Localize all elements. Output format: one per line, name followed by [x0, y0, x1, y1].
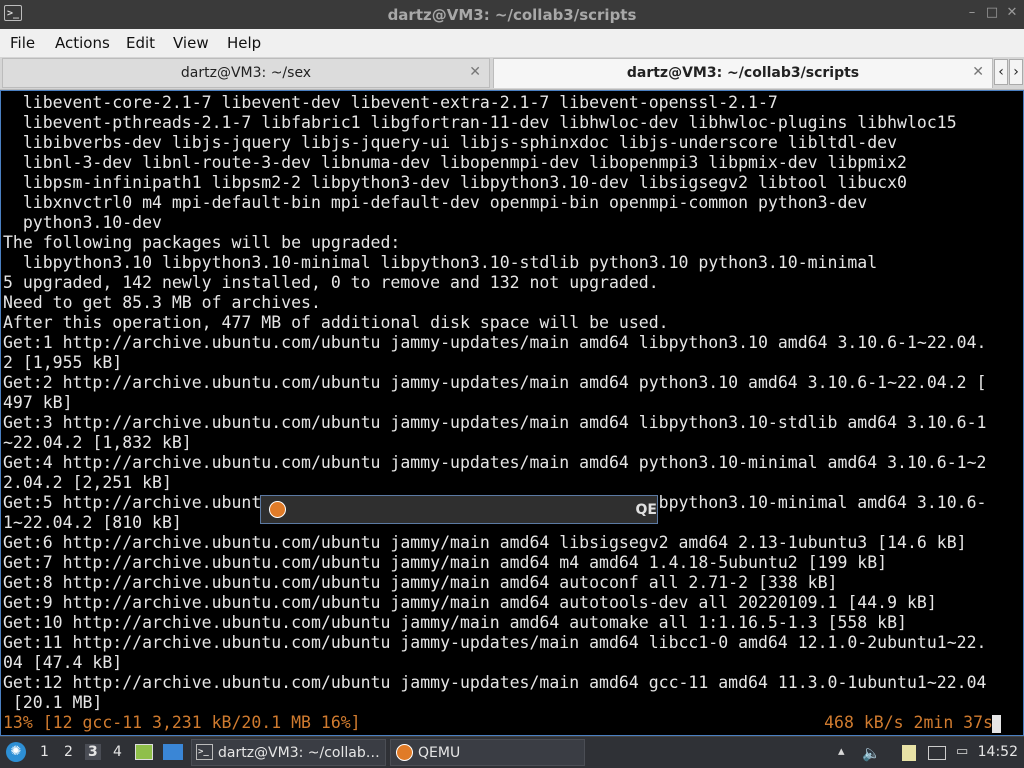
window-title: dartz@VM3: ~/collab3/scripts	[387, 6, 637, 24]
terminal-line: libibverbs-dev libjs-jquery libjs-jquery…	[3, 133, 898, 152]
terminal-line: libxnvctrl0 m4 mpi-default-bin mpi-defau…	[3, 193, 868, 212]
menu-help[interactable]: Help	[227, 34, 261, 52]
menu-actions[interactable]: Actions	[55, 34, 110, 52]
terminal-line: Get:11 http://archive.ubuntu.com/ubuntu …	[3, 633, 987, 652]
close-tab-icon[interactable]: ✕	[469, 64, 481, 80]
start-menu-icon[interactable]: ✺	[6, 742, 26, 762]
terminal-line: Get:7 http://archive.ubuntu.com/ubuntu j…	[3, 553, 888, 572]
menu-edit[interactable]: Edit	[126, 34, 155, 52]
qemu-popup-label: QE	[635, 502, 657, 518]
menu-file[interactable]: File	[10, 34, 35, 52]
terminal-line: 497 kB]	[3, 393, 73, 412]
workspace-3[interactable]: 3	[85, 744, 101, 760]
terminal-cursor	[992, 715, 1001, 734]
taskbar: ✺ 1 2 3 4 >_ dartz@VM3: ~/collab… QEMU ▴…	[0, 736, 1024, 768]
task-label: dartz@VM3: ~/collab…	[218, 745, 380, 761]
file-manager-icon[interactable]	[135, 744, 153, 760]
menubar: File Actions Edit View Help	[0, 29, 1024, 58]
tab-next-button[interactable]: ›	[1009, 59, 1023, 85]
qemu-task-icon	[396, 744, 413, 761]
tab-bar: dartz@VM3: ~/sex ✕ dartz@VM3: ~/collab3/…	[0, 57, 1024, 90]
terminal-line: Need to get 85.3 MB of archives.	[3, 293, 321, 312]
task-qemu[interactable]: QEMU	[390, 739, 585, 766]
minimize-button[interactable]: –	[964, 5, 980, 21]
workspace-4[interactable]: 4	[113, 744, 122, 760]
tab-label: dartz@VM3: ~/sex	[180, 65, 312, 81]
tab-prev-button[interactable]: ‹	[994, 59, 1008, 85]
terminal-line: 5 upgraded, 142 newly installed, 0 to re…	[3, 273, 659, 292]
terminal-line: 2 [1,955 kB]	[3, 353, 123, 372]
terminal-output[interactable]: libevent-core-2.1-7 libevent-dev libeven…	[0, 90, 1024, 736]
qemu-logo-icon	[269, 501, 286, 518]
apt-download-speed: 468 kB/s 2min 37s	[824, 713, 993, 732]
workspace-2[interactable]: 2	[64, 744, 73, 760]
terminal-line: Get:10 http://archive.ubuntu.com/ubuntu …	[3, 613, 907, 632]
terminal-line: libevent-core-2.1-7 libevent-dev libeven…	[3, 93, 778, 112]
terminal-line: [20.1 MB]	[3, 693, 103, 712]
terminal-line: ~22.04.2 [1,832 kB]	[3, 433, 192, 452]
terminal-line: libpsm-infinipath1 libpsm2-2 libpython3-…	[3, 173, 907, 192]
menu-view[interactable]: View	[173, 34, 209, 52]
terminal-line: 1~22.04.2 [810 kB]	[3, 513, 182, 532]
terminal-line: Get:1 http://archive.ubuntu.com/ubuntu j…	[3, 333, 987, 352]
close-tab-icon[interactable]: ✕	[972, 64, 984, 80]
task-label: QEMU	[418, 745, 461, 761]
terminal-line: Get:3 http://archive.ubuntu.com/ubuntu j…	[3, 413, 987, 432]
terminal-line: After this operation, 477 MB of addition…	[3, 313, 669, 332]
clock: 14:52	[977, 744, 1018, 760]
terminal-line: Get:9 http://archive.ubuntu.com/ubuntu j…	[3, 593, 937, 612]
terminal-line: Get:4 http://archive.ubuntu.com/ubuntu j…	[3, 453, 987, 472]
qemu-popup-window[interactable]: QE	[260, 495, 658, 524]
terminal-line: The following packages will be upgraded:	[3, 233, 401, 252]
window-titlebar[interactable]: >_ dartz@VM3: ~/collab3/scripts – □ ✕	[0, 0, 1024, 29]
workspace-1[interactable]: 1	[40, 744, 49, 760]
tray-arrow-icon[interactable]: ▴	[838, 744, 845, 759]
terminal-line: libnl-3-dev libnl-route-3-dev libnuma-de…	[3, 153, 907, 172]
tab-scripts[interactable]: dartz@VM3: ~/collab3/scripts ✕	[493, 58, 993, 88]
terminal-line: Get:12 http://archive.ubuntu.com/ubuntu …	[3, 673, 987, 692]
show-desktop-icon[interactable]	[163, 744, 183, 760]
terminal-line: python3.10-dev	[3, 213, 162, 232]
terminal-line: libevent-pthreads-2.1-7 libfabric1 libgf…	[3, 113, 957, 132]
terminal-line: Get:8 http://archive.ubuntu.com/ubuntu j…	[3, 573, 838, 592]
tab-label: dartz@VM3: ~/collab3/scripts	[626, 65, 860, 81]
volume-icon[interactable]: 🔈	[862, 744, 881, 762]
apt-progress-status: 13% [12 gcc-11 3,231 kB/20.1 MB 16%]	[3, 713, 361, 732]
terminal-line: Get:2 http://archive.ubuntu.com/ubuntu j…	[3, 373, 987, 392]
close-window-button[interactable]: ✕	[1004, 5, 1020, 21]
terminal-task-icon: >_	[196, 744, 213, 760]
power-icon[interactable]: ▭	[956, 744, 968, 759]
terminal-line: libpython3.10 libpython3.10-minimal libp…	[3, 253, 878, 272]
tab-sex[interactable]: dartz@VM3: ~/sex ✕	[2, 58, 490, 88]
network-icon[interactable]	[928, 746, 946, 760]
terminal-line: 04 [47.4 kB]	[3, 653, 123, 672]
clipboard-icon[interactable]	[902, 745, 916, 761]
maximize-button[interactable]: □	[984, 5, 1000, 21]
task-terminal[interactable]: >_ dartz@VM3: ~/collab…	[191, 739, 386, 766]
terminal-line: 2.04.2 [2,251 kB]	[3, 473, 172, 492]
terminal-line: Get:6 http://archive.ubuntu.com/ubuntu j…	[3, 533, 967, 552]
